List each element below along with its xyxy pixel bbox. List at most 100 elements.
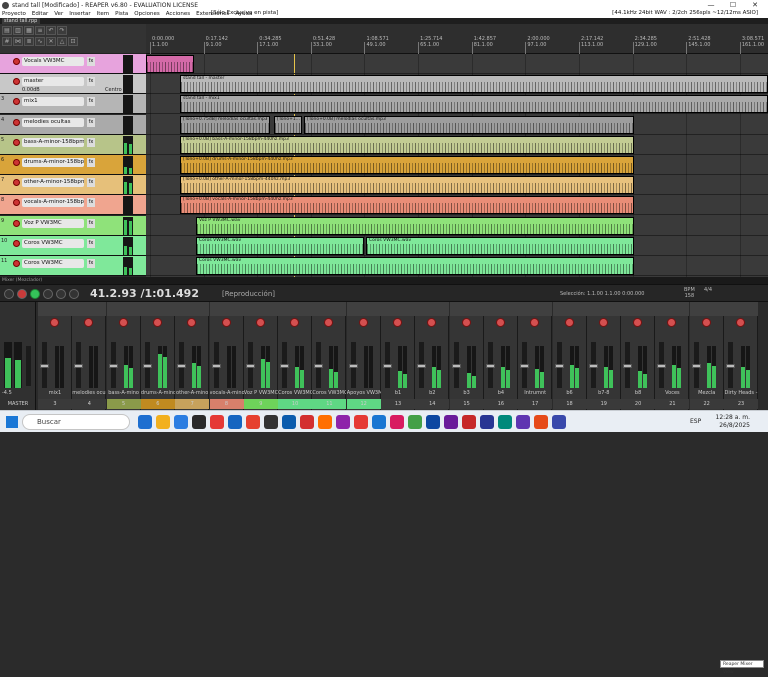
app-icon-12[interactable] xyxy=(408,415,422,429)
pan-knob[interactable] xyxy=(358,318,368,327)
mixer-strip[interactable]: b6 18 xyxy=(552,302,587,410)
crossfade-icon[interactable]: ✕ xyxy=(46,37,56,46)
track-header[interactable]: 7 other-A-minor-158bpm-44 fx xyxy=(0,175,146,196)
mixer-strip[interactable]: Dirty Heads - 23 xyxy=(724,302,758,410)
track-header[interactable]: 6 drums-A-minor-158bpm-44 fx xyxy=(0,155,146,175)
volume-fader[interactable] xyxy=(623,342,633,388)
volume-fader[interactable] xyxy=(142,342,152,388)
track-header[interactable]: 3 mix1 fx xyxy=(0,94,146,115)
app-icon-6[interactable] xyxy=(300,415,314,429)
pan-knob[interactable] xyxy=(324,318,334,327)
go-to-start-icon[interactable] xyxy=(4,289,14,299)
mixer-strip[interactable]: Apoyos VW3M 12 xyxy=(346,302,381,410)
arrange-view[interactable]: stand tall - master stand tall - mix1 [Ton… xyxy=(146,54,768,277)
fx-button[interactable]: fx xyxy=(87,218,95,228)
pan-knob[interactable] xyxy=(701,318,711,327)
pause-button[interactable] xyxy=(56,289,66,299)
pan-knob[interactable] xyxy=(667,318,677,327)
fx-button[interactable]: fx xyxy=(87,117,95,127)
track-header[interactable]: master fx 0.00dB Centro xyxy=(0,74,146,95)
menu-item[interactable]: Acciones xyxy=(166,11,190,17)
fx-button[interactable]: fx xyxy=(87,77,95,87)
mixer-strip[interactable]: b8 20 xyxy=(621,302,656,410)
app-icon-20[interactable] xyxy=(552,415,566,429)
mixer-strip[interactable]: Intrumnt 17 xyxy=(518,302,553,410)
fx-button[interactable]: fx xyxy=(87,158,95,167)
volume-fader[interactable] xyxy=(211,342,221,388)
volume-fader[interactable] xyxy=(40,342,49,388)
track-header[interactable]: 5 bass-A-minor-158bpm-44 fx xyxy=(0,134,146,155)
pan-knob[interactable] xyxy=(393,318,402,327)
grid-icon[interactable]: # xyxy=(2,37,12,46)
file-explorer-icon[interactable] xyxy=(156,415,170,429)
volume-fader[interactable] xyxy=(451,342,461,388)
mixer-strip[interactable]: Coros VW3MC 10 xyxy=(278,302,313,410)
windows-start-icon[interactable] xyxy=(6,416,18,428)
app-icon-17[interactable] xyxy=(498,415,512,429)
metronome-icon[interactable]: △ xyxy=(57,37,67,46)
pan-knob[interactable] xyxy=(255,318,265,327)
media-item[interactable]: Coros VW3MC.wav xyxy=(196,236,364,255)
track-name[interactable]: drums-A-minor-158bpm-44 xyxy=(22,158,84,167)
menu-item[interactable]: Insertar xyxy=(69,11,90,17)
pan-knob[interactable] xyxy=(564,318,574,327)
ripple-icon[interactable]: ≣ xyxy=(24,37,34,46)
volume-fader[interactable] xyxy=(348,342,358,388)
track-name[interactable]: Vocals VW3MC xyxy=(22,57,84,66)
menu-item[interactable]: Proyecto xyxy=(2,11,26,17)
minimize-button[interactable]: — xyxy=(700,0,722,10)
record-arm-icon[interactable] xyxy=(13,199,20,207)
record-arm-icon[interactable] xyxy=(13,159,20,166)
volume-fader[interactable] xyxy=(108,342,118,388)
track-name[interactable]: Coros VW3MC xyxy=(22,238,84,248)
save-project-icon[interactable]: ▦ xyxy=(24,26,34,35)
volume-fader[interactable] xyxy=(554,342,564,388)
taskbar-clock[interactable]: 12:28 a. m. 26/8/2025 xyxy=(716,414,750,430)
pan-knob[interactable] xyxy=(736,318,745,327)
edge-icon[interactable] xyxy=(174,415,188,429)
play-button[interactable] xyxy=(30,289,40,299)
app-icon-13[interactable] xyxy=(426,415,440,429)
menu-item[interactable]: Opciones xyxy=(134,11,159,17)
record-arm-icon[interactable] xyxy=(13,239,20,247)
menu-item[interactable]: Editar xyxy=(32,11,48,17)
media-item[interactable]: [Tono+0.0B] vocals-A-minor-158bpm-440hz.… xyxy=(180,196,634,215)
mixer-strip[interactable]: b7-8 19 xyxy=(586,302,621,410)
pan-knob[interactable] xyxy=(50,318,59,327)
media-item[interactable]: [Tono+0.75dB] melodías ocultas.mp3 xyxy=(180,115,270,134)
loop-button[interactable] xyxy=(69,289,79,299)
pan-knob[interactable] xyxy=(84,318,94,327)
track-name[interactable]: Voz P VW3MC xyxy=(22,218,84,228)
mixer-strip[interactable]: drums-A-mino 6 xyxy=(140,302,175,410)
track-name[interactable]: master xyxy=(22,77,84,87)
app-icon-10[interactable] xyxy=(372,415,386,429)
task-view-icon[interactable] xyxy=(138,415,152,429)
media-item[interactable] xyxy=(146,55,194,73)
app-icon-11[interactable] xyxy=(390,415,404,429)
media-item[interactable]: [Tono+0.0B] bass-A-minor-158bpm-440hz.mp… xyxy=(180,135,634,154)
volume-fader[interactable] xyxy=(485,342,495,388)
volume-fader[interactable] xyxy=(74,342,84,388)
app-icon-9[interactable] xyxy=(354,415,368,429)
lock-icon[interactable]: ⊡ xyxy=(68,37,78,46)
app-icon-5[interactable] xyxy=(282,415,296,429)
settings-icon[interactable]: ≡ xyxy=(35,26,45,35)
media-item[interactable]: Coros VW3MC.wav xyxy=(196,257,634,275)
pan-knob[interactable] xyxy=(118,318,128,327)
master-fader[interactable] xyxy=(26,346,31,386)
open-project-icon[interactable]: ▥ xyxy=(13,26,23,35)
pan-knob[interactable] xyxy=(152,318,162,327)
track-header[interactable]: 8 vocals-A-minor-158bpm-44 fx xyxy=(0,195,146,216)
menu-item[interactable]: Item xyxy=(97,11,110,17)
media-item[interactable]: [Tono+0.0B] drums-A-minor-158bpm-440hz.m… xyxy=(180,156,634,174)
mixer-strip[interactable]: b3 15 xyxy=(449,302,484,410)
mixer-strip[interactable]: Mezcla 22 xyxy=(689,302,724,410)
close-button[interactable]: ✕ xyxy=(744,0,766,10)
fx-button[interactable]: fx xyxy=(87,198,95,208)
fx-button[interactable]: fx xyxy=(87,238,95,248)
pan-knob[interactable] xyxy=(598,318,608,327)
volume-fader[interactable] xyxy=(657,342,667,388)
envelope-icon[interactable]: ∿ xyxy=(35,37,45,46)
app-icon-7[interactable] xyxy=(318,415,332,429)
app-icon-18[interactable] xyxy=(516,415,530,429)
